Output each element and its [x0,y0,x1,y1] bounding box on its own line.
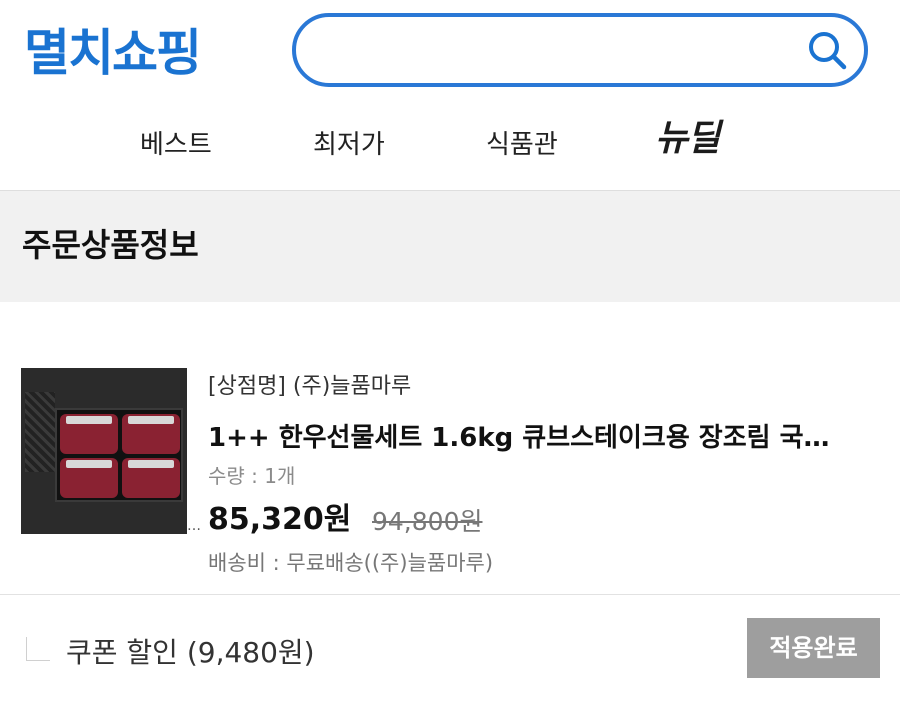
shop-name: [상점명] (주)늘품마루 [208,374,412,399]
shipping-info: 배송비 : 무료배송((주)늘품마루) [208,551,494,575]
main-nav: 베스트 최저가 식품관 뉴딜 [0,110,900,190]
thumbnail-meat [60,458,118,498]
thumbnail-meat [122,414,180,454]
sale-price: 85,320원 [208,502,352,537]
coupon-apply-button[interactable]: 적용완료 [747,618,880,678]
thumbnail-pattern [25,392,55,472]
nav-item-lowest-price[interactable]: 최저가 [313,128,385,162]
thumbnail-meat [122,458,180,498]
thumbnail-meat [60,414,118,454]
search-input[interactable] [292,13,868,87]
coupon-label: 쿠폰 할인 (9,480원) [66,636,315,669]
search-icon[interactable] [806,29,848,71]
thumbnail-overflow: … [187,518,201,534]
product-thumbnail[interactable] [21,368,187,534]
thumbnail-tray [55,408,183,502]
original-price: 94,800원 [372,507,483,536]
order-product: … [상점명] (주)늘품마루 1++ 한우선물세트 1.6kg 큐브스테이크용… [0,302,900,594]
product-name[interactable]: 1++ 한우선물세트 1.6kg 큐브스테이크용 장조림 국… [208,420,858,456]
nav-item-food[interactable]: 식품관 [486,128,558,162]
coupon-checkbox[interactable] [26,637,50,661]
nav-item-best[interactable]: 베스트 [140,128,212,162]
product-quantity: 수량 : 1개 [208,464,296,488]
section-title: 주문상품정보 [22,226,199,264]
section-header: 주문상품정보 [0,190,900,302]
logo[interactable]: 멸치쇼핑 [24,18,202,88]
coupon-row: 쿠폰 할인 (9,480원) 적용완료 [0,595,900,725]
header: 멸치쇼핑 [0,0,900,110]
nav-item-newdeal[interactable]: 뉴딜 [655,121,720,157]
